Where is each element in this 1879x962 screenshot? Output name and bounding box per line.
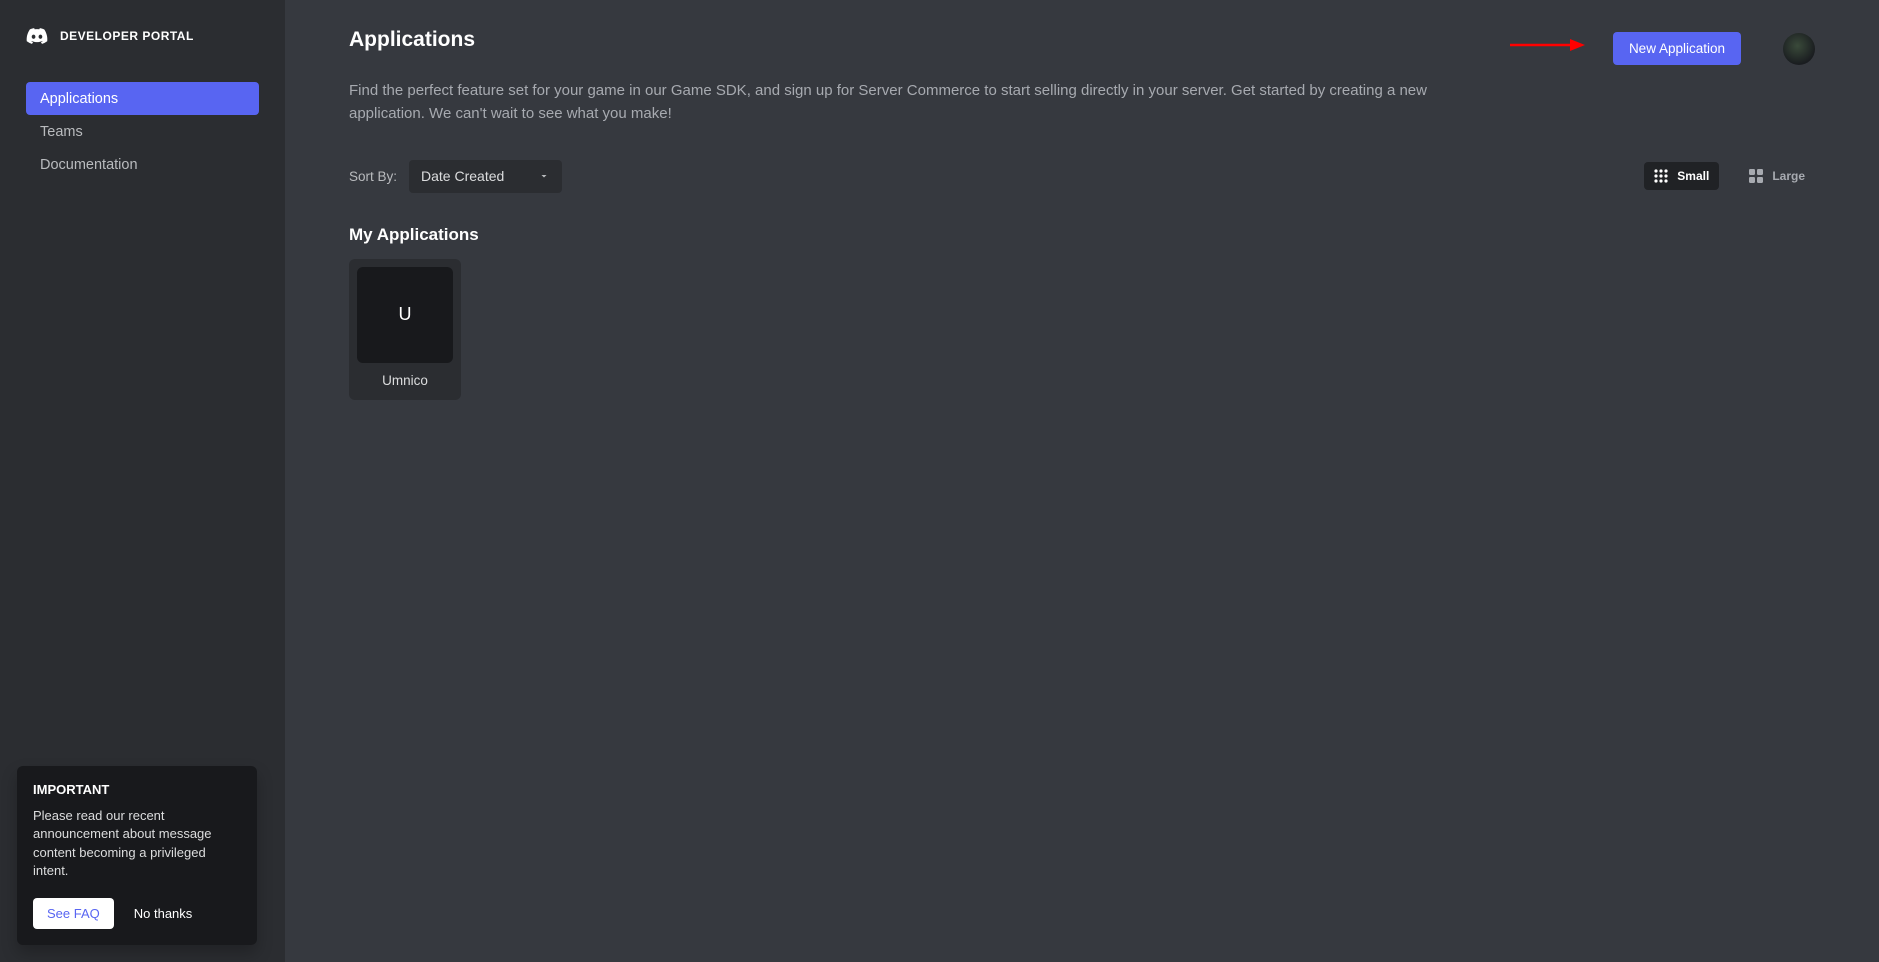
sidebar-header: DEVELOPER PORTAL: [0, 0, 285, 64]
my-applications-title: My Applications: [349, 225, 1815, 245]
notice-body: Please read our recent announcement abou…: [33, 807, 241, 880]
app-card[interactable]: U Umnico: [349, 259, 461, 400]
sidebar-item-label: Documentation: [40, 157, 138, 173]
main-content: Applications New Application Find the pe…: [285, 0, 1879, 962]
sidebar-nav: Applications Teams Documentation: [0, 64, 285, 181]
grid-small-icon: [1654, 169, 1668, 183]
sort-label: Sort By:: [349, 169, 397, 184]
new-application-button[interactable]: New Application: [1613, 32, 1741, 65]
page-description: Find the perfect feature set for your ga…: [349, 79, 1449, 126]
sidebar-item-applications[interactable]: Applications: [26, 82, 259, 115]
header-right: New Application: [1613, 32, 1815, 65]
portal-title: DEVELOPER PORTAL: [60, 29, 194, 43]
sidebar: DEVELOPER PORTAL Applications Teams Docu…: [0, 0, 285, 962]
sidebar-item-label: Applications: [40, 91, 118, 107]
view-large-label: Large: [1772, 169, 1805, 183]
view-small-label: Small: [1677, 169, 1709, 183]
notice-title: IMPORTANT: [33, 782, 241, 797]
view-large-button[interactable]: Large: [1739, 162, 1815, 190]
sidebar-item-documentation[interactable]: Documentation: [26, 148, 259, 181]
view-small-button[interactable]: Small: [1644, 162, 1719, 190]
app-initial: U: [399, 304, 412, 325]
notice-card: IMPORTANT Please read our recent announc…: [17, 766, 257, 945]
no-thanks-button[interactable]: No thanks: [134, 906, 193, 921]
chevron-down-icon: [538, 170, 550, 182]
sort-selected-value: Date Created: [421, 168, 504, 184]
avatar[interactable]: [1783, 33, 1815, 65]
page-title: Applications: [349, 28, 475, 52]
toolbar: Sort By: Date Created: [349, 160, 1815, 193]
app-name: Umnico: [382, 373, 428, 388]
view-toggle: Small Large: [1644, 162, 1815, 190]
discord-icon: [26, 28, 48, 44]
see-faq-button[interactable]: See FAQ: [33, 898, 114, 929]
main-header: Applications New Application: [349, 28, 1815, 65]
app-grid: U Umnico: [349, 259, 1815, 400]
app-root: DEVELOPER PORTAL Applications Teams Docu…: [0, 0, 1879, 962]
sort-select[interactable]: Date Created: [409, 160, 562, 193]
notice-actions: See FAQ No thanks: [33, 898, 241, 929]
sort-group: Sort By: Date Created: [349, 160, 562, 193]
app-thumbnail: U: [357, 267, 453, 363]
sidebar-item-label: Teams: [40, 124, 83, 140]
grid-large-icon: [1749, 169, 1763, 183]
sidebar-item-teams[interactable]: Teams: [26, 115, 259, 148]
